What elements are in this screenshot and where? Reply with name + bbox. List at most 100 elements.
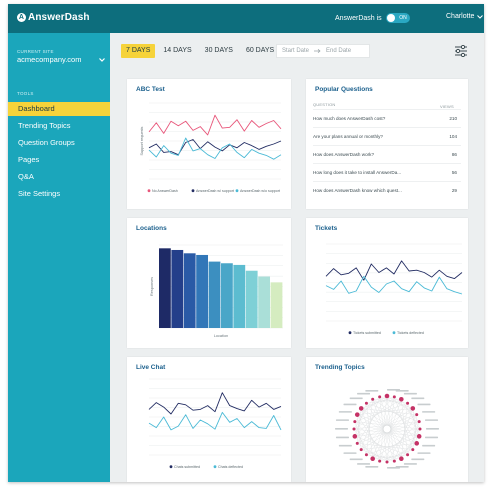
topic-node xyxy=(352,434,358,439)
chevron-down-icon xyxy=(477,14,484,19)
answerdash-toggle[interactable]: ON xyxy=(385,13,410,23)
legend-swatch xyxy=(213,465,217,469)
trending-topics-graph xyxy=(335,389,439,469)
toggle-knob xyxy=(386,14,395,22)
topic-label-placeholder xyxy=(335,436,349,439)
topic-label-placeholder xyxy=(343,452,357,454)
topic-node xyxy=(416,434,422,439)
topic-label-placeholder xyxy=(338,411,352,413)
series-line xyxy=(148,411,282,431)
topic-label-placeholder xyxy=(365,389,379,392)
topic-link xyxy=(354,421,395,462)
topic-link xyxy=(379,396,420,437)
answerdash-toggle-group: AnswerDash is ON xyxy=(335,13,410,23)
legend-label: No AnswerDash xyxy=(152,189,178,193)
legend-swatch xyxy=(169,465,173,469)
live-chat-chart: Chats submitted Chats deflected xyxy=(148,378,282,469)
topic-label-placeholder xyxy=(395,389,409,392)
topic-node xyxy=(358,406,364,411)
topic-node xyxy=(354,412,360,417)
bar xyxy=(221,263,233,328)
sidebar-item-qa[interactable]: Q&A xyxy=(8,170,110,184)
question-row[interactable]: How much does AnswerDash cost? 210 xyxy=(313,109,461,127)
site-name: acmecompany.com xyxy=(17,55,82,64)
chevron-down-icon xyxy=(99,57,105,62)
range-14-days[interactable]: 14 DAYS xyxy=(158,44,196,58)
locations-card: Locations Responses Location xyxy=(127,218,291,348)
bar xyxy=(245,270,258,328)
topic-node xyxy=(406,401,410,405)
topic-node xyxy=(399,456,404,462)
sidebar-item-question-groups[interactable]: Question Groups xyxy=(8,136,110,150)
filter-settings-icon[interactable] xyxy=(454,45,468,57)
topic-label-placeholder xyxy=(387,467,400,469)
date-range-picker[interactable]: Start Date End Date xyxy=(276,44,370,58)
topic-node xyxy=(392,459,396,463)
topic-node xyxy=(355,441,359,445)
topic-node xyxy=(417,420,421,424)
legend-swatch xyxy=(191,189,195,193)
user-menu[interactable]: Charlotte xyxy=(446,13,484,20)
sidebar-item-pages[interactable]: Pages xyxy=(8,153,110,167)
arrow-right-icon xyxy=(314,49,321,53)
bar xyxy=(270,282,283,328)
topic-node xyxy=(392,395,396,399)
sidebar-item-site-settings[interactable]: Site Settings xyxy=(8,187,110,201)
bar xyxy=(171,249,184,328)
tickets-card: Tickets Tickets submitted Tickets deflect… xyxy=(306,218,468,348)
toggle-label: AnswerDash is xyxy=(335,14,382,22)
bar xyxy=(183,253,196,328)
question-row[interactable]: How long does it take to install AnswerD… xyxy=(313,163,461,181)
top-bar: A AnswerDash AnswerDash is ON Charlotte xyxy=(8,4,484,33)
legend-label: Chats deflected xyxy=(218,465,243,469)
question-row[interactable]: How does AnswerDash work? 86 xyxy=(313,145,461,163)
legend-label: Tickets submitted xyxy=(353,331,381,335)
bar xyxy=(233,264,246,328)
range-7-days[interactable]: 7 DAYS xyxy=(121,44,156,58)
bar xyxy=(208,261,221,328)
logo-icon: A xyxy=(17,13,26,22)
topic-node xyxy=(399,396,404,402)
topic-node xyxy=(359,448,363,452)
range-30-days[interactable]: 30 DAYS xyxy=(200,44,238,58)
topic-label-placeholder xyxy=(425,436,439,439)
trending-topics-card: Trending Topics xyxy=(306,357,468,482)
app-window: A AnswerDash AnswerDash is ON Charlotte … xyxy=(8,4,484,482)
topic-label-placeholder xyxy=(349,458,363,461)
range-60-days[interactable]: 60 DAYS xyxy=(241,44,279,58)
legend-swatch xyxy=(235,189,239,193)
x-axis-label: Location xyxy=(214,334,228,338)
topic-node xyxy=(364,453,368,457)
topic-node xyxy=(418,427,422,431)
series-line xyxy=(325,275,463,295)
question-views: 86 xyxy=(451,152,457,157)
start-date-field[interactable]: Start Date xyxy=(282,48,309,54)
logo-text: AnswerDash xyxy=(28,12,90,23)
topic-label-placeholder xyxy=(425,419,439,421)
topic-node xyxy=(385,460,389,464)
topic-label-placeholder xyxy=(403,463,417,465)
user-name: Charlotte xyxy=(446,13,475,20)
topic-label-placeholder xyxy=(357,392,371,395)
topic-node xyxy=(364,401,368,405)
question-row[interactable]: How does AnswerDash know which quest... … xyxy=(313,181,461,199)
topic-node xyxy=(378,459,382,463)
topic-label-placeholder xyxy=(422,411,436,413)
locations-chart: Responses Location xyxy=(150,244,283,338)
question-text: How much does AnswerDash cost? xyxy=(313,116,386,121)
legend-label: AnswerDash w/ support xyxy=(196,189,234,193)
abc-test-card: ABC Test Support requests No AnswerDash An… xyxy=(127,79,291,209)
logo[interactable]: A AnswerDash xyxy=(17,12,90,23)
topic-label-placeholder xyxy=(343,403,357,406)
series-line xyxy=(148,392,282,415)
site-selector[interactable]: acmecompany.com xyxy=(17,55,105,64)
legend-swatch xyxy=(147,189,151,193)
question-row[interactable]: Are your plans annual or monthly? 104 xyxy=(313,127,461,145)
end-date-field[interactable]: End Date xyxy=(326,48,351,54)
topic-label-placeholder xyxy=(426,428,439,430)
sidebar-item-dashboard[interactable]: Dashboard xyxy=(8,102,110,116)
current-site-label: CURRENT SITE xyxy=(17,49,54,54)
topic-label-placeholder xyxy=(411,458,425,461)
sidebar-item-trending-topics[interactable]: Trending Topics xyxy=(8,119,110,133)
series-line xyxy=(325,260,463,281)
